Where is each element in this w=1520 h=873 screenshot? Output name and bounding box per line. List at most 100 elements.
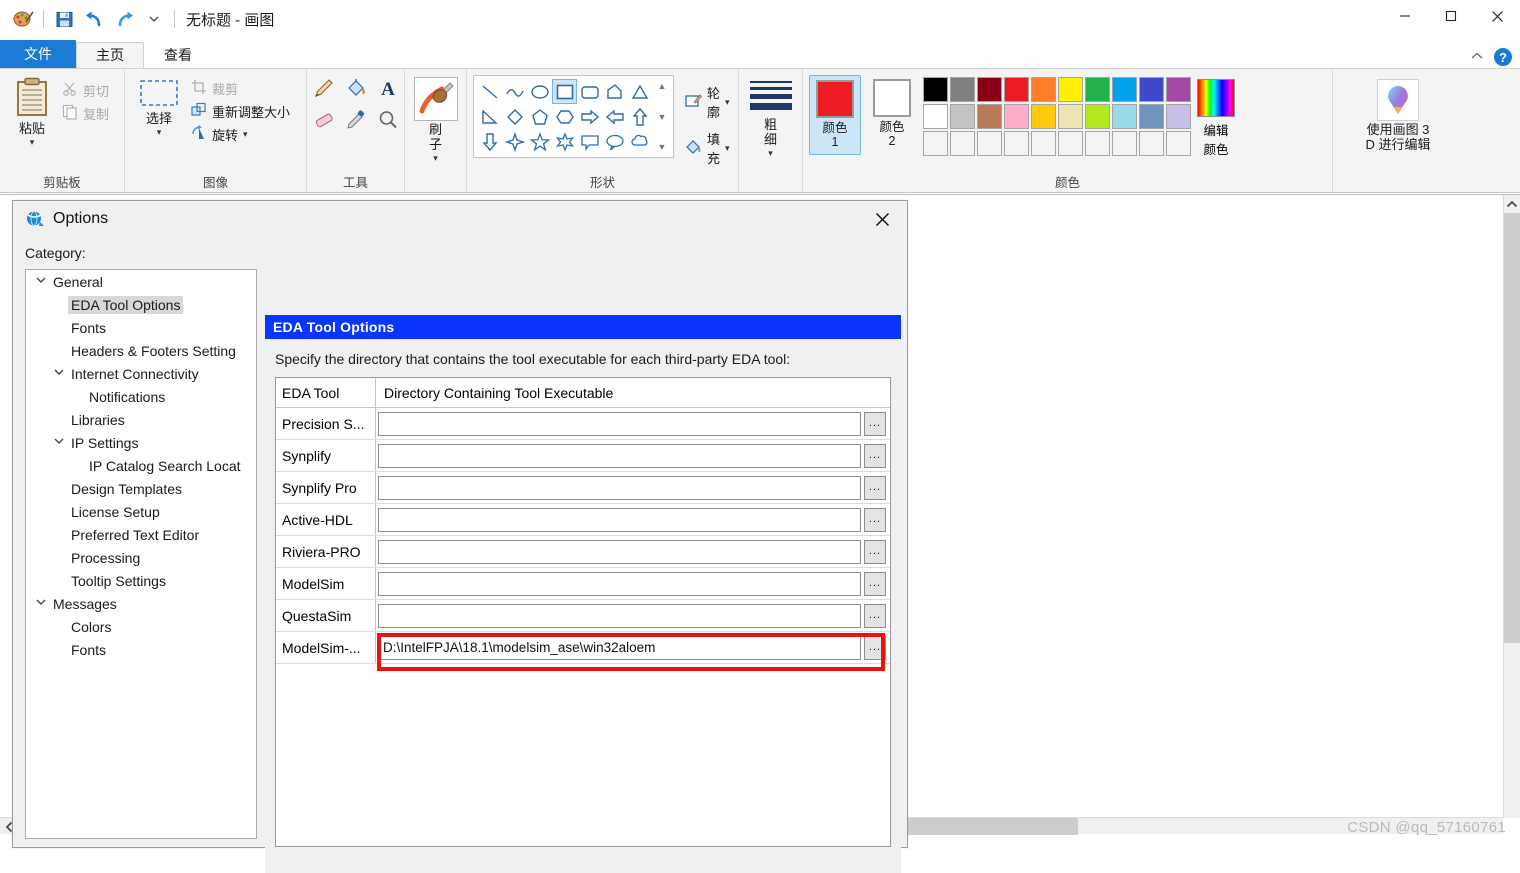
palette-swatch-2-8[interactable] <box>1139 131 1164 156</box>
chevron-down-icon[interactable] <box>50 368 68 379</box>
shape-right-arrow[interactable] <box>577 104 602 129</box>
tree-item-headers-footers-setting[interactable]: Headers & Footers Setting <box>26 339 256 362</box>
palette-swatch-0-9[interactable] <box>1166 77 1191 102</box>
cut-button[interactable]: 剪切 <box>58 79 113 102</box>
close-button[interactable] <box>1474 0 1520 32</box>
pencil-icon[interactable] <box>313 77 335 104</box>
palette-swatch-0-6[interactable] <box>1085 77 1110 102</box>
browse-button[interactable]: ... <box>864 475 886 500</box>
shape-pentagon[interactable] <box>527 104 552 129</box>
palette-swatch-2-1[interactable] <box>950 131 975 156</box>
fill-bucket-icon[interactable] <box>345 77 367 104</box>
palette-swatch-0-5[interactable] <box>1058 77 1083 102</box>
tree-item-eda-tool-options[interactable]: EDA Tool Options <box>26 293 256 316</box>
shape-four-point-star[interactable] <box>502 129 527 154</box>
tree-item-ip-settings[interactable]: IP Settings <box>26 431 256 454</box>
paste-caret-icon[interactable]: ▾ <box>30 137 35 148</box>
table-row[interactable]: ModelSim-...... <box>276 632 890 671</box>
tree-item-design-templates[interactable]: Design Templates <box>26 477 256 500</box>
palette-swatch-0-4[interactable] <box>1031 77 1056 102</box>
table-row[interactable]: ModelSim... <box>276 568 890 600</box>
table-row[interactable]: Precision S...... <box>276 408 890 440</box>
tree-item-tooltip-settings[interactable]: Tooltip Settings <box>26 569 256 592</box>
palette-swatch-2-4[interactable] <box>1031 131 1056 156</box>
palette-swatch-1-2[interactable] <box>977 104 1002 129</box>
tree-item-internet-connectivity[interactable]: Internet Connectivity <box>26 362 256 385</box>
color-picker-icon[interactable] <box>345 109 367 136</box>
directory-input[interactable] <box>378 411 861 436</box>
shape-right-triangle[interactable] <box>477 104 502 129</box>
palette-swatch-2-6[interactable] <box>1085 131 1110 156</box>
shape-expand-icon[interactable]: ▼ <box>658 142 667 152</box>
rotate-button[interactable]: 旋转 ▾ <box>187 123 294 146</box>
palette-swatch-1-4[interactable] <box>1031 104 1056 129</box>
tab-file[interactable]: 文件 <box>0 40 76 68</box>
magnifier-icon[interactable] <box>377 109 399 136</box>
palette-swatch-0-1[interactable] <box>950 77 975 102</box>
resize-button[interactable]: 重新调整大小 <box>187 100 294 123</box>
shape-cloud-callout[interactable] <box>627 129 652 154</box>
shape-oval-callout[interactable] <box>602 129 627 154</box>
palette-swatch-1-6[interactable] <box>1085 104 1110 129</box>
color1-button[interactable]: 颜色 1 <box>809 75 861 155</box>
paint-logo-icon[interactable] <box>8 4 38 34</box>
shape-rounded-rectangle[interactable] <box>577 79 602 104</box>
browse-button[interactable]: ... <box>864 539 886 564</box>
close-icon[interactable] <box>865 204 899 234</box>
directory-input[interactable] <box>378 603 861 628</box>
table-row[interactable]: QuestaSim... <box>276 600 890 632</box>
browse-button[interactable]: ... <box>864 603 886 628</box>
palette-swatch-2-9[interactable] <box>1166 131 1191 156</box>
palette-swatch-2-2[interactable] <box>977 131 1002 156</box>
tree-item-fonts[interactable]: Fonts <box>26 638 256 661</box>
palette-swatch-2-5[interactable] <box>1058 131 1083 156</box>
palette-swatch-1-0[interactable] <box>923 104 948 129</box>
palette-swatch-2-7[interactable] <box>1112 131 1137 156</box>
palette-swatch-0-8[interactable] <box>1139 77 1164 102</box>
browse-button[interactable]: ... <box>864 635 886 660</box>
brushes-button[interactable]: 刷子 ▾ <box>413 75 458 166</box>
text-icon[interactable]: A <box>377 77 399 104</box>
table-row[interactable]: Synplify... <box>276 440 890 472</box>
browse-button[interactable]: ... <box>864 507 886 532</box>
edit-with-paint3d-button[interactable]: 使用画图 3 D 进行编辑 <box>1357 75 1438 155</box>
outline-caret-icon[interactable]: ▾ <box>725 97 730 108</box>
tree-item-general[interactable]: General <box>26 270 256 293</box>
canvas-vertical-scrollbar[interactable] <box>1503 195 1520 818</box>
shape-left-arrow[interactable] <box>602 104 627 129</box>
tree-item-messages[interactable]: Messages <box>26 592 256 615</box>
vertical-scroll-thumb[interactable] <box>1504 213 1520 643</box>
shape-polygon[interactable] <box>602 79 627 104</box>
palette-swatch-1-3[interactable] <box>1004 104 1029 129</box>
shape-scroll-up-icon[interactable]: ▲ <box>658 81 667 91</box>
size-button[interactable]: 粗细 ▾ <box>742 75 800 161</box>
category-tree[interactable]: General EDA Tool Options Fonts Headers & Fo… <box>25 269 257 839</box>
crop-button[interactable]: 裁剪 <box>187 77 294 100</box>
size-caret-icon[interactable]: ▾ <box>768 148 773 159</box>
paste-button[interactable]: 粘贴 ▾ <box>6 75 58 150</box>
chevron-up-icon[interactable] <box>1504 195 1520 213</box>
palette-swatch-1-1[interactable] <box>950 104 975 129</box>
tab-home[interactable]: 主页 <box>76 42 144 69</box>
eraser-icon[interactable] <box>313 109 335 136</box>
shape-oval[interactable] <box>527 79 552 104</box>
directory-input[interactable] <box>378 571 861 596</box>
browse-button[interactable]: ... <box>864 571 886 596</box>
brushes-caret-icon[interactable]: ▾ <box>433 153 438 164</box>
tree-item-notifications[interactable]: Notifications <box>26 385 256 408</box>
browse-button[interactable]: ... <box>864 411 886 436</box>
palette-swatch-2-3[interactable] <box>1004 131 1029 156</box>
directory-input[interactable] <box>378 475 861 500</box>
table-row[interactable]: Active-HDL... <box>276 504 890 536</box>
shape-down-arrow[interactable] <box>477 129 502 154</box>
save-icon[interactable] <box>49 4 79 34</box>
redo-icon[interactable] <box>109 4 139 34</box>
rotate-caret-icon[interactable]: ▾ <box>243 129 248 140</box>
customize-qat-caret-icon[interactable] <box>139 4 169 34</box>
shape-six-point-star[interactable] <box>552 129 577 154</box>
tree-item-libraries[interactable]: Libraries <box>26 408 256 431</box>
tree-item-fonts[interactable]: Fonts <box>26 316 256 339</box>
table-row[interactable]: Synplify Pro... <box>276 472 890 504</box>
palette-swatch-0-3[interactable] <box>1004 77 1029 102</box>
chevron-up-icon[interactable] <box>1470 48 1484 66</box>
